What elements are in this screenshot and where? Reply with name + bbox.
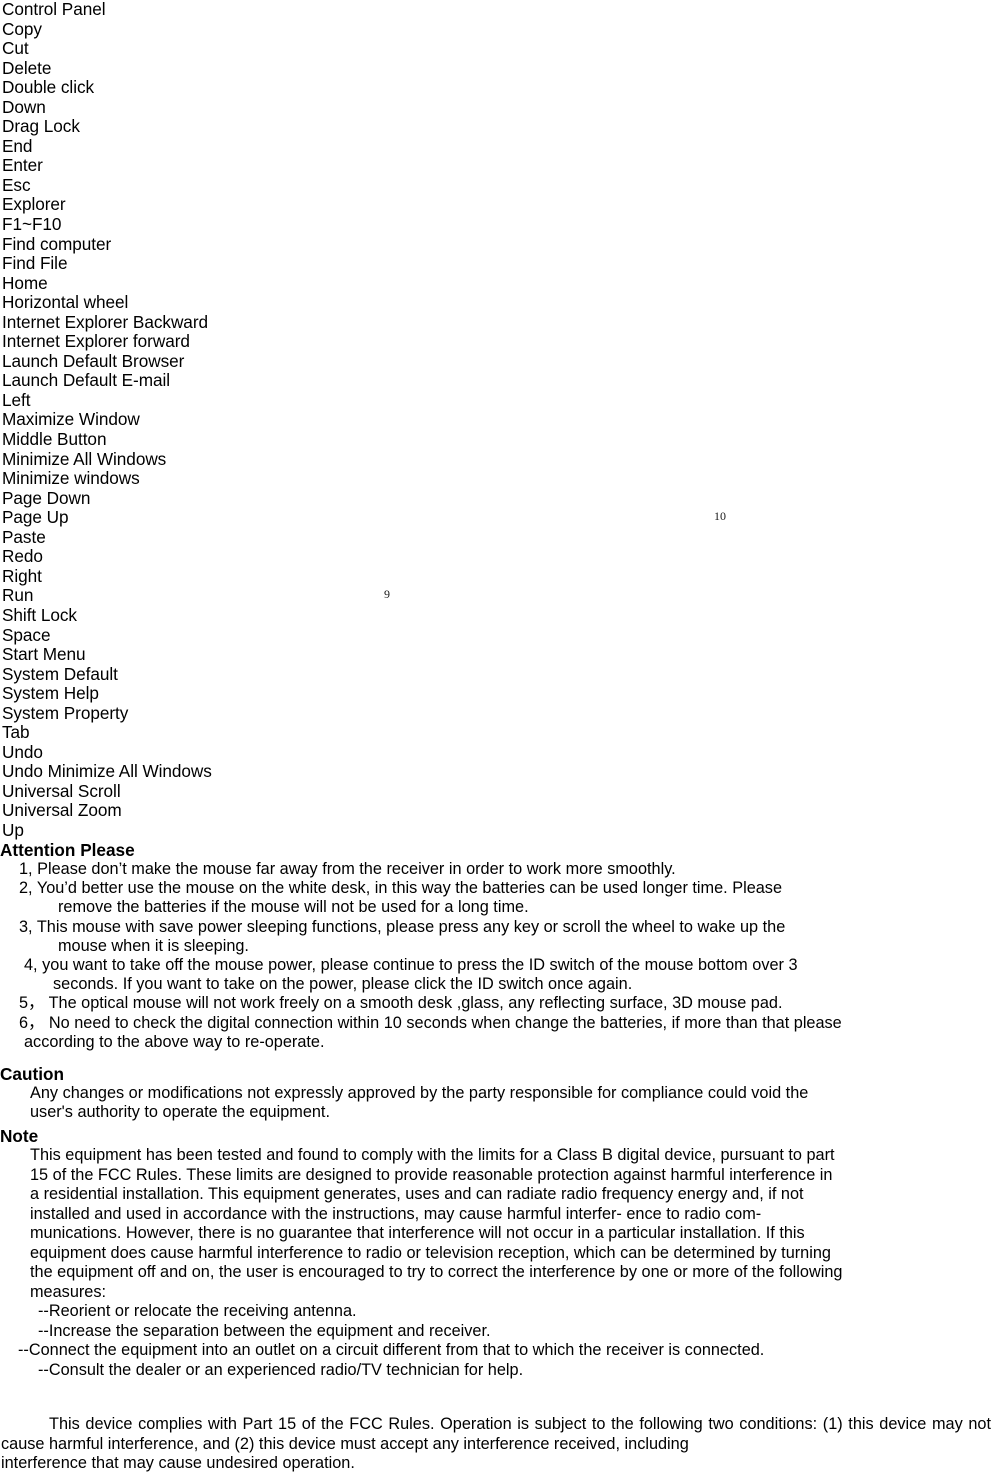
list-item: Space [2,624,51,645]
list-item: System Default [2,663,118,684]
list-item: Enter [2,155,43,176]
attention-item-number: 2, [19,879,33,898]
list-item: Up [2,819,24,840]
list-item: Control Panel [2,0,106,19]
attention-item-number: 5， [19,994,45,1013]
note-heading: Note [0,1126,39,1146]
list-item: Drag Lock [2,116,80,137]
list-item: Universal Zoom [2,800,122,821]
attention-item-text-cont: according to the above way to re-operate… [24,1032,325,1051]
attention-item-number: 1, [19,860,33,878]
note-line: installed and used in accordance with th… [30,1204,762,1223]
list-item: Double click [2,77,95,98]
attention-item-text: The optical mouse will not work freely o… [48,994,783,1013]
list-item: Start Menu [2,644,86,665]
attention-item-text-cont: remove the batteries if the mouse will n… [58,898,529,917]
attention-item-number: 6， [19,1013,45,1032]
list-item: Explorer [2,194,66,215]
list-item: Middle Button [2,429,107,450]
fcc-statement-text: This device complies with Part 15 of the… [1,1415,991,1453]
page-number-mark: 9 [384,587,390,601]
measure-item: --Increase the separation between the eq… [38,1321,491,1340]
attention-item-text: you want to take off the mouse power, pl… [42,956,798,975]
list-item: Internet Explorer Backward [2,311,208,332]
fcc-statement-body: This device complies with Part 15 of the… [0,1415,994,1474]
attention-item-text: This mouse with save power sleeping func… [36,917,786,936]
attention-item: 4, you want to take off the mouse power,… [0,956,994,994]
list-item: Tab [2,722,30,743]
shortcut-function-list: Control Panel Copy Cut Delete Double cli… [2,0,702,841]
caution-body-text: Any changes or modifications not express… [30,1084,809,1102]
note-line: measures: [30,1282,107,1301]
attention-item-number: 3, [19,917,33,936]
attention-item: 2, You’d better use the mouse on the whi… [0,879,994,917]
list-item: Shift Lock [2,604,77,625]
list-item: Right [2,565,42,586]
attention-item: 5， The optical mouse will not work freel… [0,994,994,1013]
list-item: Delete [2,57,52,78]
list-item: Esc [2,174,31,195]
measure-item: --Consult the dealer or an experienced r… [38,1360,524,1379]
note-section: Note This equipment has been tested and … [0,1126,994,1380]
caution-heading: Caution [0,1064,64,1084]
list-item: Paste [2,526,46,547]
list-item: Redo [2,546,43,567]
note-line: munications. However, there is no guaran… [30,1224,805,1242]
attention-item-text: You’d better use the mouse on the white … [36,879,782,898]
list-item: Internet Explorer forward [2,331,190,352]
attention-heading: Attention Please [0,840,135,860]
attention-item: 1, Please don’t make the mouse far away … [0,860,994,879]
list-item: Cut [2,38,29,59]
page-number-mark: 10 [714,509,726,523]
list-item: F1~F10 [2,214,62,235]
list-item: Home [2,272,48,293]
note-line: equipment does cause harmful interferenc… [30,1243,831,1262]
list-item: System Help [2,683,99,704]
measure-item: --Reorient or relocate the receiving ant… [38,1302,357,1320]
list-item: Left [2,389,31,410]
attention-item-text: No need to check the digital connection … [48,1013,842,1032]
attention-item-text-cont: mouse when it is sleeping. [58,936,249,955]
list-item: Launch Default Browser [2,350,185,371]
attention-item-number: 4, [24,956,38,975]
caution-body-lastline: user's authority to operate the equipmen… [30,1103,330,1122]
note-body: This equipment has been tested and found… [0,1146,994,1302]
list-item: Launch Default E-mail [2,370,171,391]
fcc-statement-section: This device complies with Part 15 of the… [0,1415,994,1474]
list-item: System Property [2,702,129,723]
list-item: Minimize All Windows [2,448,167,469]
list-item: Run [2,585,34,606]
note-line: a residential installation. This equipme… [30,1185,804,1203]
note-line: the equipment off and on, the user is en… [30,1263,843,1281]
caution-section: Caution Any changes or modifications not… [0,1064,994,1122]
caution-body: Any changes or modifications not express… [0,1084,994,1122]
list-item: Minimize windows [2,468,140,489]
list-item: Undo [2,741,43,762]
fcc-statement-lastline: interference that may cause undesired op… [1,1454,355,1473]
note-line: 15 of the FCC Rules. These limits are de… [30,1165,833,1184]
list-item: Find computer [2,233,112,254]
list-item: Page Down [2,487,91,508]
note-line: This equipment has been tested and found… [30,1146,835,1164]
list-item: Horizontal wheel [2,292,129,313]
list-item: Maximize Window [2,409,140,430]
list-item: Down [2,96,46,117]
list-item: Universal Scroll [2,780,121,801]
attention-item-text: Please don’t make the mouse far away fro… [37,860,676,878]
note-measures-list: --Reorient or relocate the receiving ant… [0,1302,994,1380]
list-item: Copy [2,18,42,39]
attention-item-text-cont: seconds. If you want to take on the powe… [53,975,633,994]
manual-page: Control Panel Copy Cut Delete Double cli… [0,0,994,1478]
measure-item: --Connect the equipment into an outlet o… [18,1341,765,1359]
list-item: Find File [2,253,68,274]
attention-item-list: 1, Please don’t make the mouse far away … [0,860,994,1052]
attention-section: Attention Please 1, Please don’t make th… [0,840,994,1052]
list-item: Undo Minimize All Windows [2,761,212,782]
list-item: End [2,135,33,156]
attention-item: 6， No need to check the digital connecti… [0,1014,994,1052]
attention-item: 3, This mouse with save power sleeping f… [0,918,994,956]
list-item: Page Up [2,507,69,528]
